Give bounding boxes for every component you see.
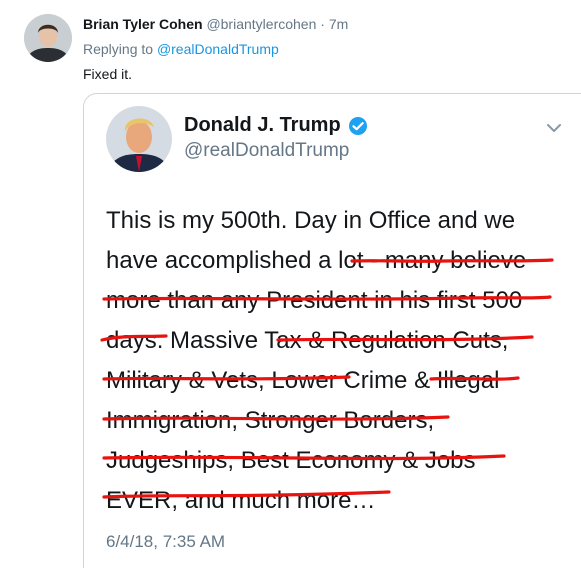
verified-badge-icon (348, 116, 367, 135)
quoted-text-line: This is my 500th. Day in Office and we (106, 207, 516, 234)
quoted-author-name[interactable]: Donald J. Trump (184, 114, 368, 137)
author-name[interactable]: Brian Tyler Cohen (83, 16, 203, 32)
replying-prefix: Replying to (83, 41, 154, 57)
tweet-header: Brian Tyler Cohen @briantylercohen · 7m (83, 16, 348, 32)
quoted-tweet-text: This is my 500th. Day in Office and we h… (106, 201, 536, 521)
quoted-author-handle[interactable]: @realDonaldTrump (184, 140, 349, 162)
tweet-time[interactable]: 7m (329, 16, 348, 32)
tweet-text: Fixed it. (83, 66, 133, 82)
quoted-text-line: Immigration, Stronger Borders, (106, 407, 435, 434)
author-avatar[interactable] (24, 14, 72, 62)
replying-to: Replying to @realDonaldTrump (83, 41, 279, 57)
quoted-text-line: days. Massive Tax & Regulation Cuts, (106, 327, 509, 354)
quoted-text-line: more than any President in his first 500 (106, 287, 523, 314)
tweet: Brian Tyler Cohen @briantylercohen · 7m … (0, 0, 581, 568)
quoted-author-avatar[interactable] (106, 106, 172, 172)
quoted-text-line: Judgeships, Best Economy & Jobs (106, 447, 476, 474)
quoted-tweet-timestamp[interactable]: 6/4/18, 7:35 AM (106, 532, 225, 552)
author-handle[interactable]: @briantylercohen (206, 16, 316, 32)
quoted-text-line: Military & Vets, Lower Crime & Illegal (106, 367, 500, 394)
separator: · (320, 16, 325, 32)
chevron-down-icon[interactable] (546, 122, 562, 134)
quoted-text-line: have accomplished a lot - many believe (106, 247, 527, 274)
quoted-tweet-card[interactable]: Donald J. Trump @realDonaldTrump This is… (83, 93, 581, 568)
quoted-text-line: EVER, and much more… (106, 487, 376, 514)
quoted-author-name-text: Donald J. Trump (184, 114, 341, 136)
replying-to-link[interactable]: @realDonaldTrump (157, 41, 279, 57)
